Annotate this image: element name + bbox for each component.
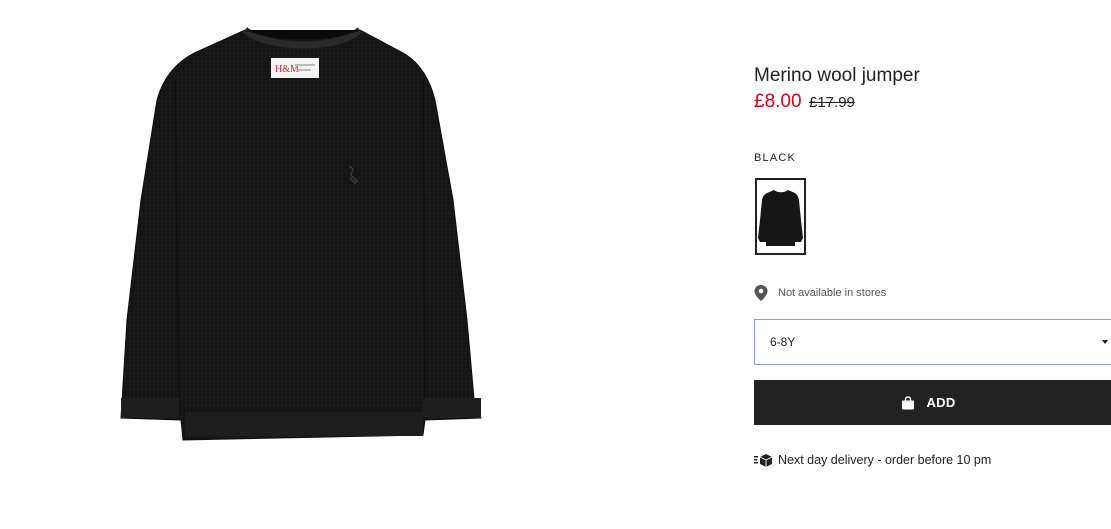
sale-price: £8.00 — [754, 91, 802, 112]
size-select[interactable]: 6-8Y — [754, 319, 1111, 365]
price-row: £8.00 £17.99 — [754, 91, 855, 113]
original-price: £17.99 — [809, 94, 855, 111]
location-pin-icon — [754, 285, 768, 301]
shopping-bag-icon — [902, 395, 915, 409]
store-availability-text: Not available in stores — [778, 287, 887, 299]
delivery-text: Next day delivery - order before 10 pm — [778, 453, 992, 467]
store-availability: Not available in stores — [754, 285, 886, 301]
product-image: H&M — [120, 27, 482, 441]
delivery-info: Next day delivery - order before 10 pm — [754, 453, 991, 467]
product-page: H&M Merino wool jumper £8.00 £17.99 BLAC… — [0, 0, 1111, 529]
size-select-value: 6-8Y — [770, 335, 796, 349]
add-button-label: ADD — [926, 395, 956, 410]
color-name: BLACK — [754, 152, 797, 164]
product-title: Merino wool jumper — [754, 65, 920, 86]
color-swatch-black[interactable] — [755, 178, 806, 255]
delivery-truck-icon — [754, 454, 773, 467]
black-jumper-thumbnail — [758, 190, 803, 246]
caret-down-icon — [1102, 340, 1108, 344]
add-to-bag-button[interactable]: ADD — [754, 380, 1111, 425]
product-info: Merino wool jumper £8.00 £17.99 BLACK No… — [754, 0, 1111, 529]
hm-label-icon: H&M — [271, 58, 319, 78]
